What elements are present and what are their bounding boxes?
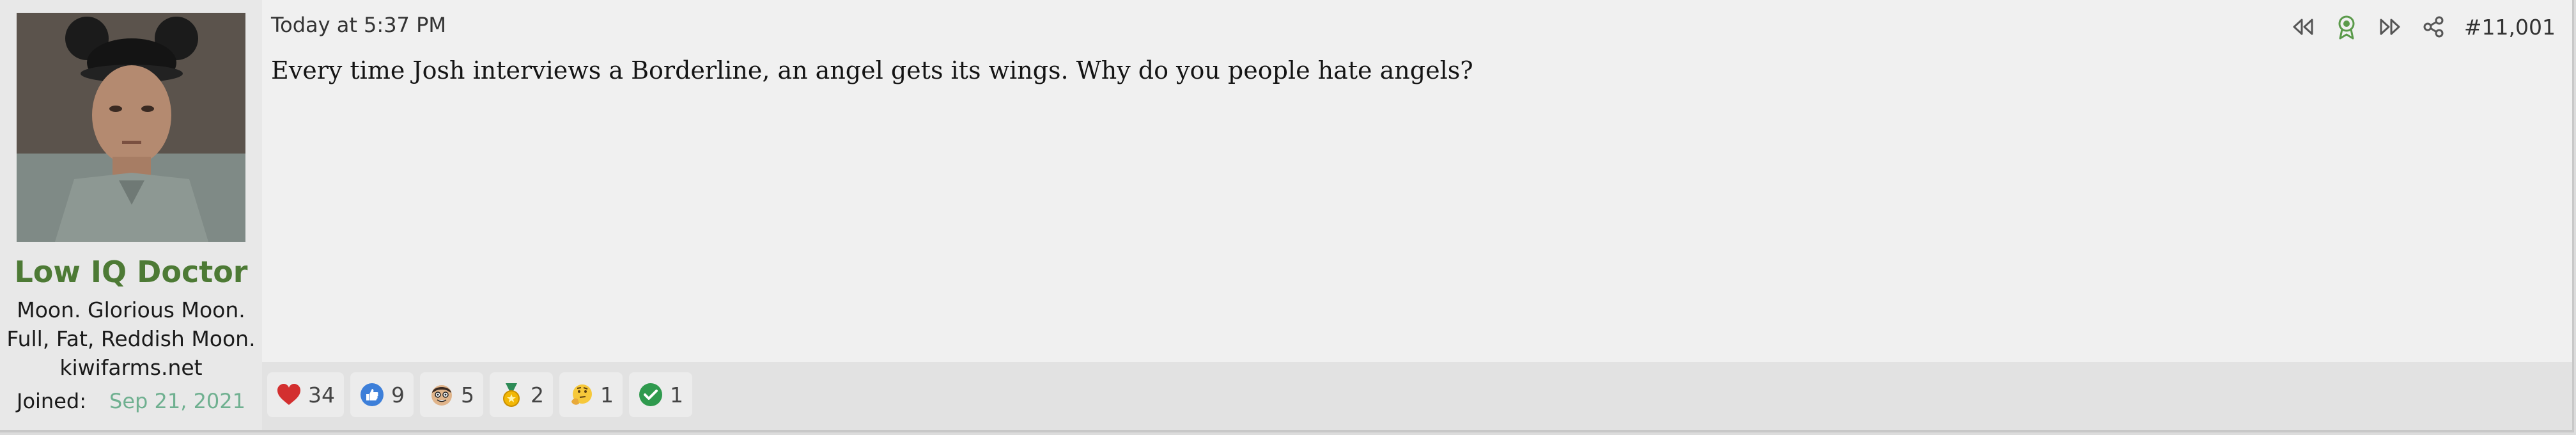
reaction-check[interactable]: 1 (629, 372, 692, 417)
reaction-count: 2 (531, 382, 544, 407)
user-title: Moon. Glorious Moon. Full, Fat, Reddish … (0, 296, 262, 382)
reaction-list: 34 9 5 2 1 1 (267, 372, 692, 417)
award-icon[interactable] (2334, 14, 2359, 40)
post-date[interactable]: Today at 5:37 PM (271, 13, 446, 37)
reaction-bar: 34 9 5 2 1 1 (262, 362, 2572, 430)
user-title-line: Moon. Glorious Moon. (17, 297, 245, 322)
face-icon (429, 382, 454, 407)
reaction-medal[interactable]: 2 (490, 372, 553, 417)
share-icon[interactable] (2421, 14, 2446, 40)
joined-date: Sep 21, 2021 (109, 389, 245, 413)
thinking-icon (568, 382, 594, 407)
check-icon (638, 382, 663, 407)
post-body: Every time Josh interviews a Borderline,… (271, 56, 1473, 84)
reaction-count: 5 (461, 382, 474, 407)
avatar[interactable] (17, 13, 245, 242)
medal-icon (499, 382, 524, 407)
reaction-face[interactable]: 5 (420, 372, 483, 417)
avatar-image (17, 13, 245, 242)
reaction-thinking[interactable]: 1 (559, 372, 623, 417)
user-title-line: Full, Fat, Reddish Moon. (6, 326, 256, 351)
reaction-heart[interactable]: 34 (267, 372, 344, 417)
rewind-icon[interactable] (2290, 14, 2316, 40)
post-main: Today at 5:37 PM #11,001 Every time Josh… (262, 0, 2572, 430)
reaction-count: 1 (670, 382, 683, 407)
post-number[interactable]: #11,001 (2464, 15, 2556, 40)
user-sidebar: Low IQ Doctor Moon. Glorious Moon. Full,… (0, 0, 262, 430)
forum-post: Low IQ Doctor Moon. Glorious Moon. Full,… (0, 0, 2574, 432)
post-tools: #11,001 (2290, 12, 2556, 42)
reaction-count: 1 (600, 382, 614, 407)
reaction-count: 9 (391, 382, 405, 407)
joined-label: Joined: (17, 389, 86, 413)
heart-icon (276, 382, 302, 407)
fast-forward-icon[interactable] (2377, 14, 2403, 40)
thumbs-up-icon (359, 382, 385, 407)
reaction-count: 34 (308, 382, 335, 407)
reaction-thumbs-up[interactable]: 9 (350, 372, 414, 417)
user-title-line: kiwifarms.net (59, 355, 203, 380)
username[interactable]: Low IQ Doctor (0, 255, 262, 289)
